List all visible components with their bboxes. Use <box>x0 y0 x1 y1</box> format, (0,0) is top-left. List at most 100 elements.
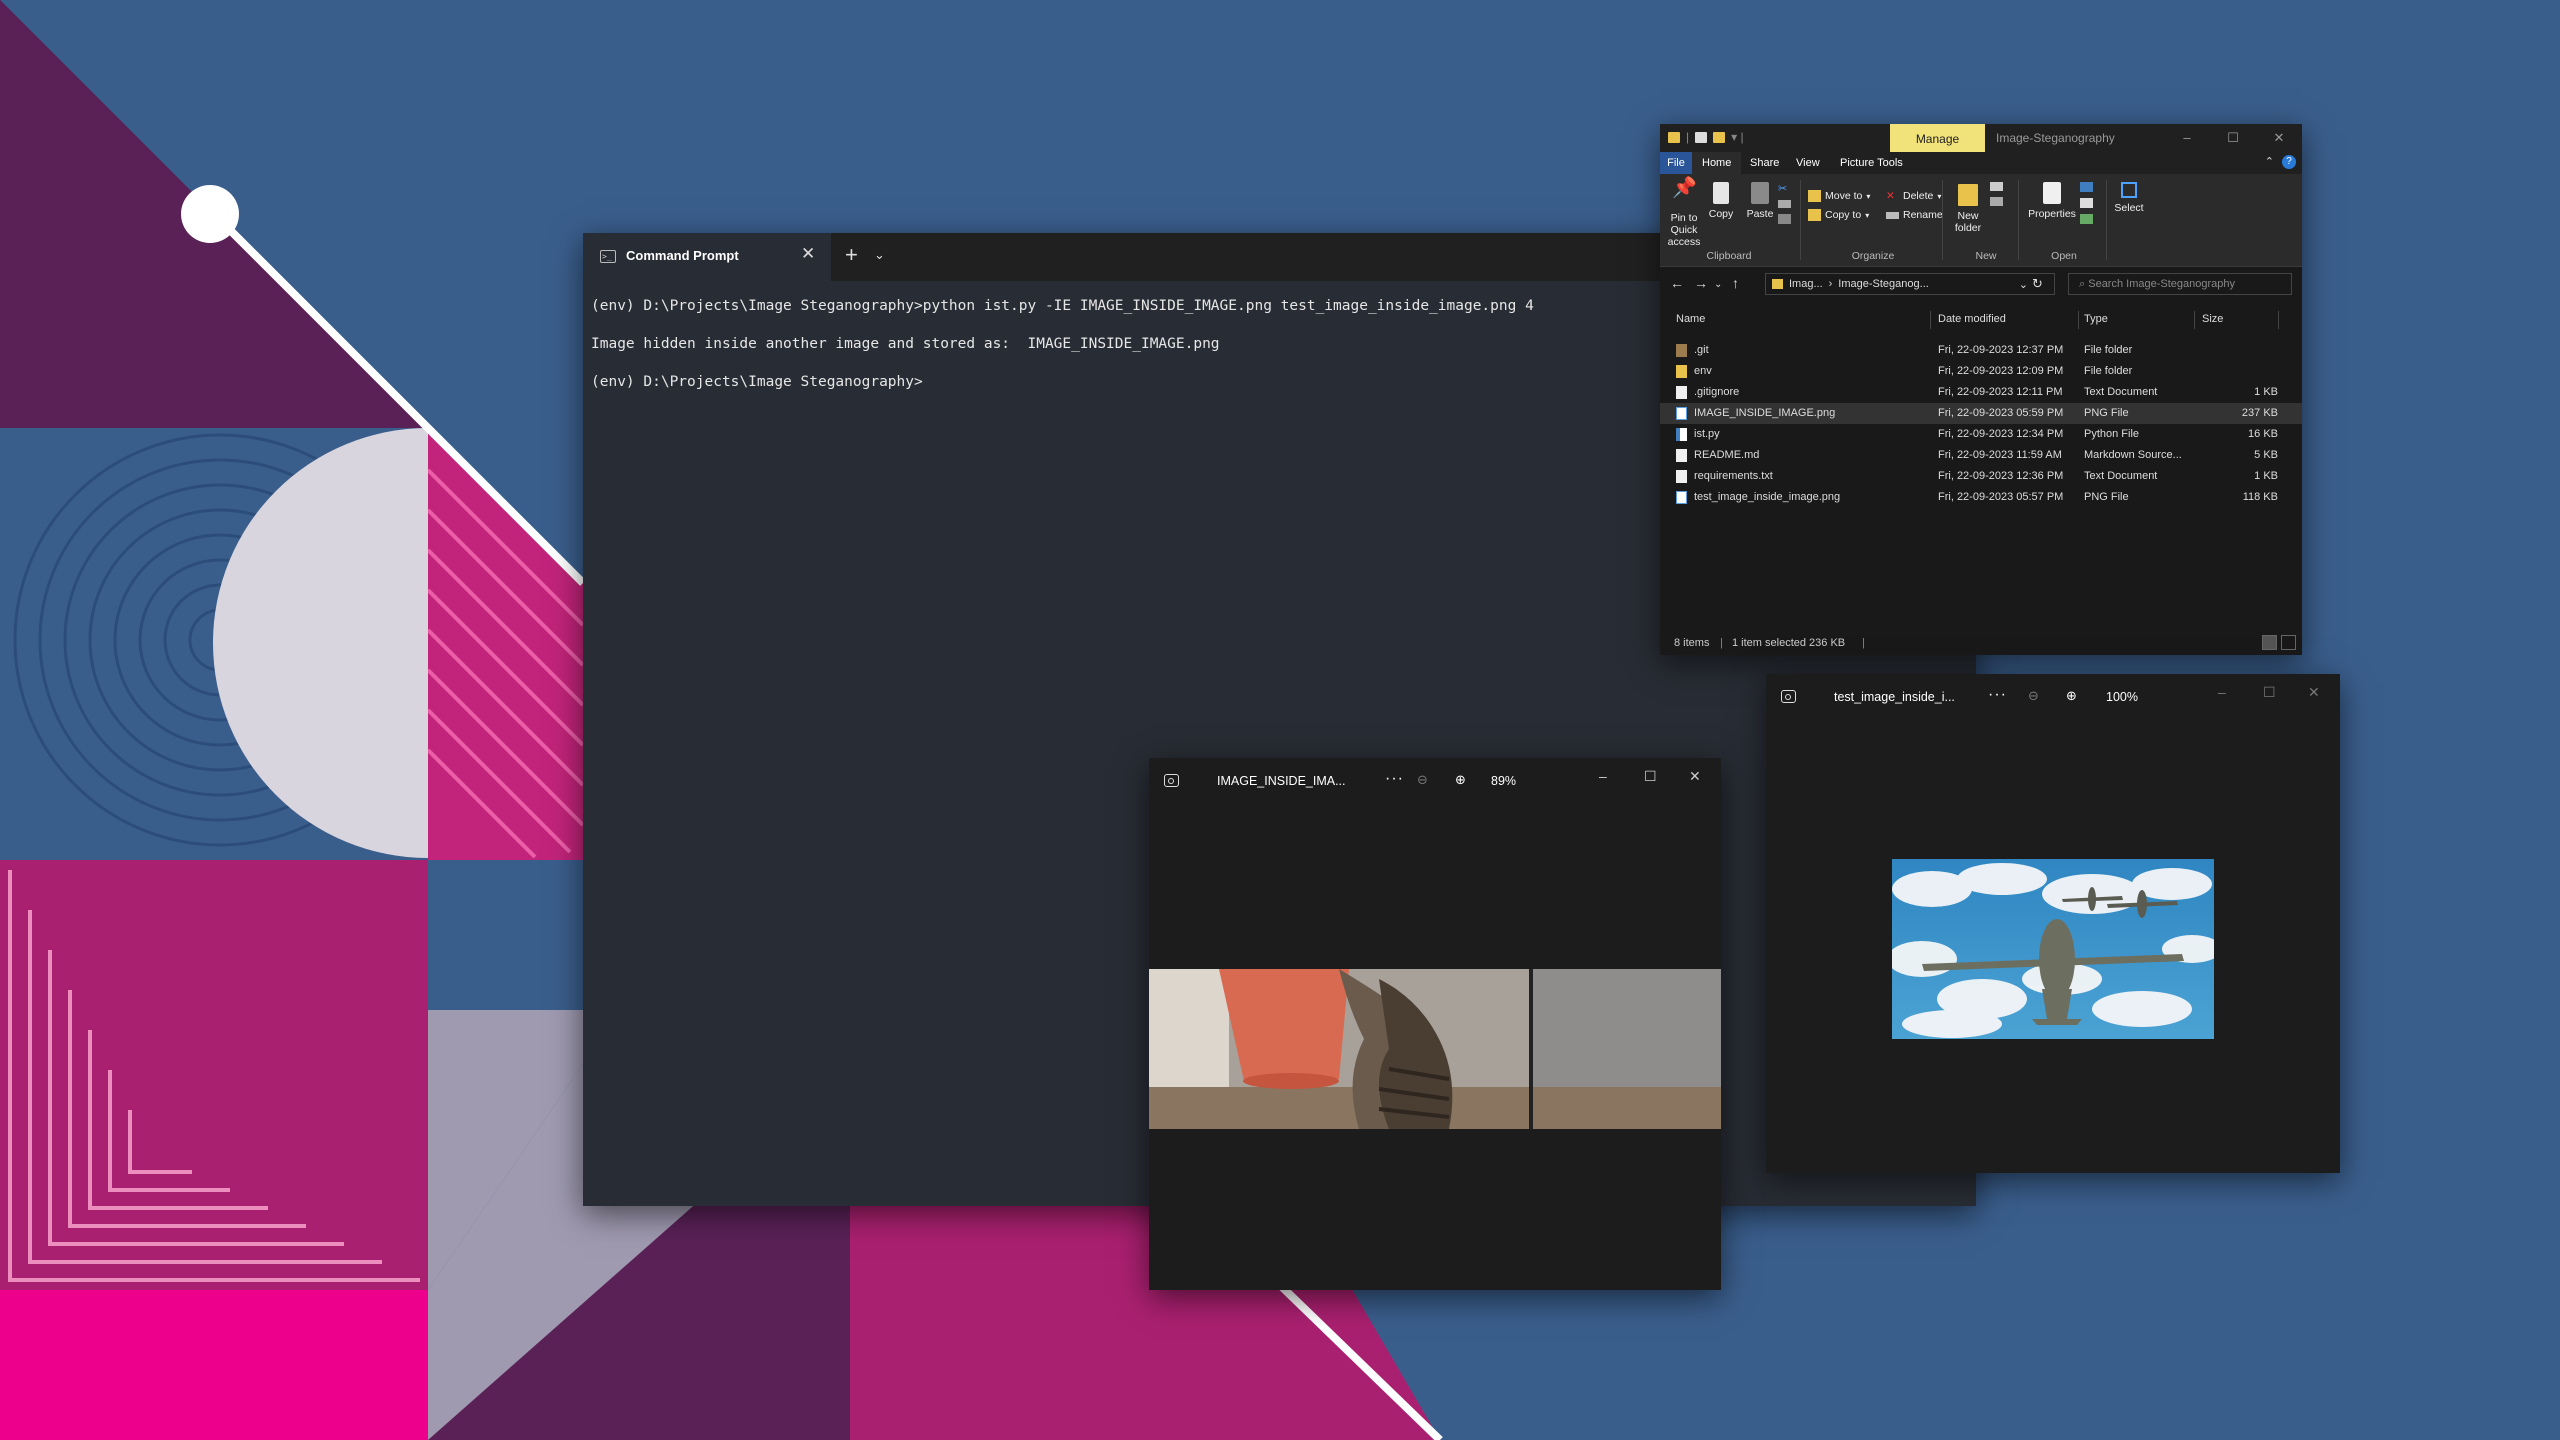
tab-share[interactable]: Share <box>1740 152 1789 174</box>
properties-icon[interactable] <box>1695 131 1708 143</box>
file-type: File folder <box>2084 344 2133 356</box>
file-date: Fri, 22-09-2023 05:57 PM <box>1938 491 2064 503</box>
forward-icon[interactable]: → <box>1694 275 1708 291</box>
photos-viewer-window[interactable]: test_image_inside_i... ··· ⊖ ⊕ 100% – ☐ … <box>1766 674 2340 1173</box>
address-dropdown-icon[interactable]: ⌄ <box>2019 278 2028 291</box>
table-row[interactable]: requirements.txt Fri, 22-09-2023 12:36 PM… <box>1660 466 2302 487</box>
terminal-output[interactable]: (env) D:\Projects\Image Steganography>py… <box>591 297 1534 411</box>
ribbon-tabs: File Home Share View Picture Tools ⌃ ? <box>1660 152 2302 174</box>
folder-icon <box>1668 131 1680 143</box>
search-input[interactable]: ⌕ Search Image-Steganography <box>2068 273 2292 295</box>
column-date-modified[interactable]: Date modified <box>1938 313 2006 325</box>
maximize-button[interactable]: ☐ <box>1644 768 1657 785</box>
manage-tab[interactable]: Manage <box>1890 124 1985 152</box>
open-icon[interactable] <box>2080 182 2093 192</box>
paste-button[interactable]: Paste <box>1744 182 1776 220</box>
copy-button[interactable]: Copy <box>1706 182 1736 220</box>
terminal-prompt[interactable]: (env) D:\Projects\Image Steganography> <box>591 373 1534 392</box>
file-size: 5 KB <box>2254 449 2278 461</box>
more-options-button[interactable]: ··· <box>1385 770 1404 788</box>
file-type: PNG File <box>2084 407 2129 419</box>
maximize-button[interactable]: ☐ <box>2210 124 2256 152</box>
select-button[interactable]: Select <box>2114 182 2144 214</box>
table-row[interactable]: .gitignore Fri, 22-09-2023 12:11 PM Text D… <box>1660 382 2302 403</box>
zoom-in-icon[interactable]: ⊕ <box>1455 772 1466 788</box>
select-icon <box>2121 182 2137 198</box>
large-icons-view-icon[interactable] <box>2281 635 2296 650</box>
new-item-icon[interactable] <box>1990 182 2003 191</box>
tab-file[interactable]: File <box>1660 152 1692 174</box>
close-tab-icon[interactable]: ✕ <box>801 244 815 264</box>
column-name[interactable]: Name <box>1676 313 1705 325</box>
column-type[interactable]: Type <box>2084 313 2108 325</box>
markdown-file-icon <box>1676 449 1687 462</box>
minimize-button[interactable]: – <box>2164 124 2210 152</box>
column-size[interactable]: Size <box>2202 313 2223 325</box>
breadcrumb-separator: › <box>1828 278 1833 290</box>
file-list: .git Fri, 22-09-2023 12:37 PM File folder … <box>1660 340 2302 508</box>
close-button[interactable]: ✕ <box>2308 684 2320 701</box>
minimize-button[interactable]: – <box>2218 684 2226 700</box>
new-folder-icon[interactable] <box>1713 131 1726 143</box>
new-folder-button[interactable]: New folder <box>1950 184 1986 234</box>
history-icon[interactable] <box>2080 214 2093 224</box>
table-row[interactable]: test_image_inside_image.png Fri, 22-09-20… <box>1660 487 2302 508</box>
recent-dropdown-icon[interactable]: ⌄ <box>1714 279 1722 290</box>
zoom-level[interactable]: 100% <box>2106 690 2138 704</box>
details-view-icon[interactable] <box>2262 635 2277 650</box>
rename-label: Rename <box>1903 209 1943 221</box>
tab-dropdown-icon[interactable]: ⌄ <box>874 247 885 263</box>
terminal-tab[interactable]: >_ Command Prompt ✕ <box>583 233 831 281</box>
status-bar: 8 items | 1 item selected 236 KB | <box>1660 631 2302 655</box>
photos-viewer-window[interactable]: IMAGE_INSIDE_IMA... ··· ⊖ ⊕ 89% – ☐ ✕ <box>1149 758 1721 1290</box>
cut-icon[interactable]: ✂ <box>1778 182 1791 195</box>
address-field[interactable]: Imag... › Image-Steganog... ⌄ <box>1765 273 2055 295</box>
more-options-button[interactable]: ··· <box>1988 686 2007 704</box>
close-button[interactable]: ✕ <box>1689 768 1701 785</box>
breadcrumb-projects[interactable]: Imag... <box>1789 278 1823 290</box>
zoom-out-icon[interactable]: ⊖ <box>1417 772 1428 788</box>
pin-quick-access-button[interactable]: 📌 Pin to Quick access <box>1664 178 1704 248</box>
table-row[interactable]: README.md Fri, 22-09-2023 11:59 AM Markdow… <box>1660 445 2302 466</box>
bomber-aircraft-image <box>1892 859 2214 1039</box>
help-icon[interactable]: ? <box>2282 155 2296 169</box>
file-size: 1 KB <box>2254 386 2278 398</box>
rename-button[interactable]: Rename <box>1886 209 1943 221</box>
collapse-ribbon-icon[interactable]: ⌃ <box>2265 155 2274 169</box>
up-icon[interactable]: ↑ <box>1732 275 1739 291</box>
file-explorer-window[interactable]: | ▾ | Manage Image-Steganography – ☐ ✕ F… <box>1660 124 2302 655</box>
tab-home[interactable]: Home <box>1692 152 1742 174</box>
paste-shortcut-icon[interactable] <box>1778 214 1791 224</box>
table-row[interactable]: env Fri, 22-09-2023 12:09 PM File folder <box>1660 361 2302 382</box>
tab-view[interactable]: View <box>1786 152 1830 174</box>
file-size: 16 KB <box>2248 428 2278 440</box>
delete-button[interactable]: ✕ Delete ▾ <box>1886 190 1941 202</box>
back-icon[interactable]: ← <box>1670 275 1684 291</box>
folder-icon <box>1676 365 1687 378</box>
new-tab-button[interactable]: + <box>845 242 858 268</box>
copy-to-button[interactable]: Copy to ▾ <box>1808 209 1869 221</box>
photo-filename: test_image_inside_i... <box>1834 690 1955 704</box>
copy-path-icon[interactable] <box>1778 200 1791 208</box>
close-button[interactable]: ✕ <box>2256 124 2302 152</box>
table-row[interactable]: .git Fri, 22-09-2023 12:37 PM File folder <box>1660 340 2302 361</box>
properties-button[interactable]: Properties <box>2024 182 2080 220</box>
refresh-icon[interactable]: ↻ <box>2032 276 2043 292</box>
move-to-button[interactable]: Move to ▾ <box>1808 190 1870 202</box>
zoom-out-icon[interactable]: ⊖ <box>2028 688 2039 704</box>
minimize-button[interactable]: – <box>1599 768 1607 784</box>
file-type: Text Document <box>2084 470 2158 482</box>
photos-titlebar: test_image_inside_i... ··· ⊖ ⊕ 100% – ☐ … <box>1766 674 2340 722</box>
zoom-in-icon[interactable]: ⊕ <box>2066 688 2077 704</box>
breadcrumb-current[interactable]: Image-Steganog... <box>1838 278 1929 290</box>
table-row-selected[interactable]: IMAGE_INSIDE_IMAGE.png Fri, 22-09-2023 05… <box>1660 403 2302 424</box>
tab-picture-tools[interactable]: Picture Tools <box>1830 152 1913 174</box>
zoom-level[interactable]: 89% <box>1491 774 1516 788</box>
table-row[interactable]: ist.py Fri, 22-09-2023 12:34 PM Python Fil… <box>1660 424 2302 445</box>
group-open: Open <box>2051 250 2077 262</box>
delete-label: Delete <box>1903 190 1934 202</box>
edit-icon[interactable] <box>2080 198 2093 208</box>
maximize-button[interactable]: ☐ <box>2263 684 2276 701</box>
easy-access-icon[interactable] <box>1990 197 2003 206</box>
select-label: Select <box>2114 202 2144 214</box>
